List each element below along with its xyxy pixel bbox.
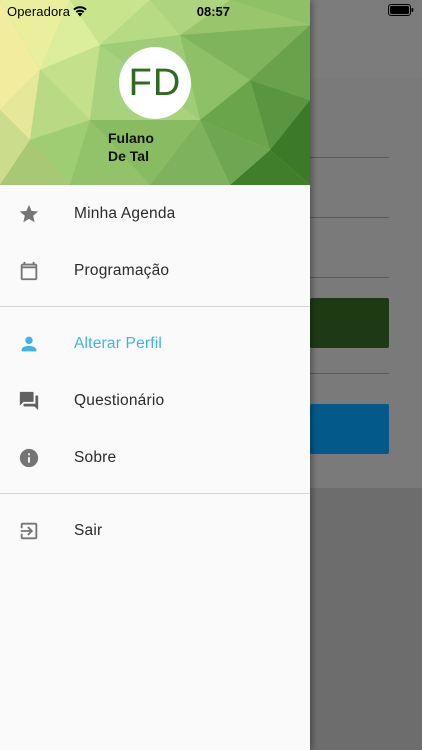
menu-item-label: Minha Agenda: [74, 204, 176, 222]
user-name: Fulano De Tal: [108, 129, 208, 165]
background-green-button: [310, 298, 389, 348]
menu-item-label: Programação: [74, 261, 170, 279]
menu-item-label: Sair: [74, 521, 103, 539]
forum-icon: [18, 390, 40, 412]
menu-divider: [0, 306, 310, 307]
background-input-line: [310, 217, 389, 218]
exit-icon: [18, 520, 40, 542]
avatar-initials: FD: [128, 61, 182, 104]
user-name-first: Fulano: [108, 130, 154, 146]
person-icon: [18, 333, 40, 355]
calendar-icon: [18, 260, 40, 282]
status-time: 08:57: [196, 4, 230, 19]
menu-item-sobre[interactable]: Sobre: [0, 429, 310, 486]
menu-item-sair[interactable]: Sair: [0, 502, 310, 559]
star-icon: [18, 203, 40, 225]
background-input-line: [310, 277, 389, 278]
user-name-last: De Tal: [108, 148, 149, 164]
battery-icon: [388, 4, 414, 16]
menu-item-minha-agenda[interactable]: Minha Agenda: [0, 185, 310, 242]
status-bar: Operadora 08:57: [0, 0, 310, 22]
background-input-line: [310, 373, 389, 374]
menu-divider: [0, 493, 310, 494]
info-icon: [18, 447, 40, 469]
menu-item-questionario[interactable]: Questionário: [0, 372, 310, 429]
background-blue-button: [310, 404, 389, 454]
menu-item-label: Sobre: [74, 448, 117, 466]
navigation-drawer: FD Fulano De Tal Operadora 08:57 Minha A…: [0, 0, 310, 750]
menu-item-label: Questionário: [74, 391, 165, 409]
menu-item-programacao[interactable]: Programação: [0, 242, 310, 299]
background-input-line: [310, 157, 389, 158]
menu-item-label: Alterar Perfil: [74, 334, 163, 352]
drawer-header: FD Fulano De Tal: [0, 0, 310, 185]
menu-item-alterar-perfil[interactable]: Alterar Perfil: [0, 315, 310, 372]
avatar[interactable]: FD: [119, 47, 191, 119]
